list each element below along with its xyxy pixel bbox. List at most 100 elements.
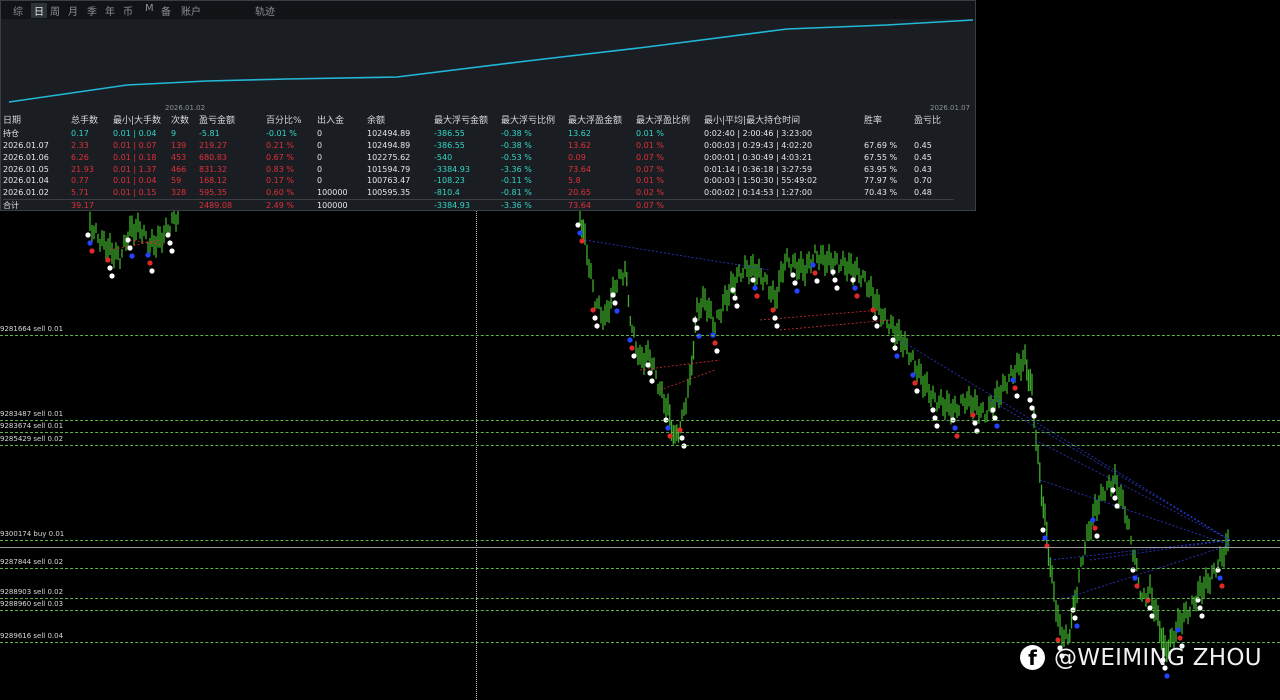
trade-marker (649, 378, 655, 384)
trade-link (1039, 479, 1231, 546)
order-line-label: 9285429 sell 0.02 (0, 435, 64, 443)
trade-link (779, 319, 891, 331)
trade-marker (972, 420, 978, 426)
stats-cell: 13.62 (568, 128, 591, 138)
equity-curve (7, 19, 975, 109)
trade-marker (1112, 495, 1118, 501)
trade-marker (754, 293, 760, 299)
stats-cell: 0 (317, 152, 323, 162)
trade-marker (579, 238, 585, 244)
stats-cell: -108.23 (434, 176, 465, 186)
stats-cell: 67.55 % (864, 152, 898, 162)
tab-2[interactable]: 周 (50, 3, 60, 18)
stats-cell: 合计 (3, 199, 71, 213)
stats-cell: 831.32 (199, 164, 227, 174)
stats-cell: 2026.01.06 (3, 152, 49, 162)
tab-0[interactable]: 综 (13, 3, 23, 18)
stats-cell: 102275.62 (367, 152, 411, 162)
stats-cell: -810.4 (434, 188, 460, 198)
tab-3[interactable]: 月 (68, 3, 78, 18)
stats-cell: 次数 (171, 116, 190, 126)
tab-5[interactable]: 年 (105, 3, 115, 18)
stats-row: 持仓 0.17 0.01 | 0.04 9 -5.81 -0.01 % 0 102494.89… (3, 128, 954, 140)
stats-cell: 39.17 (71, 199, 113, 213)
trade-link (1034, 439, 1231, 541)
stats-cell: -0.01 % (266, 128, 297, 138)
order-line[interactable] (0, 610, 1280, 611)
trade-marker (1177, 635, 1183, 641)
stats-cell: 100000 (317, 188, 348, 198)
trade-marker (167, 240, 173, 246)
trade-marker (892, 345, 898, 351)
order-line[interactable] (0, 432, 1280, 433)
trade-marker (1040, 527, 1046, 533)
trade-marker (714, 348, 720, 354)
stats-cell: 0.17 % (266, 176, 294, 186)
stats-cell: 139 (171, 140, 187, 150)
trade-marker (667, 433, 673, 439)
tab-6[interactable]: 币 (123, 3, 133, 18)
order-line[interactable] (0, 547, 1280, 548)
stats-cell: 453 (171, 152, 187, 162)
stats-cell: 0.07 % (636, 164, 664, 174)
stats-cell: 77.97 % (864, 176, 898, 186)
tab-10[interactable]: 轨迹 (255, 3, 275, 18)
stats-cell: 最大浮亏金额 (434, 116, 489, 126)
stats-cell: -0.38 % (501, 140, 532, 150)
tab-4[interactable]: 季 (87, 3, 97, 18)
trade-marker (812, 270, 818, 276)
stats-cell: 2026.01.07 (3, 140, 49, 150)
stats-cell: -3384.93 (434, 199, 501, 213)
trade-marker (914, 388, 920, 394)
order-line-label: 9300174 buy 0.01 (0, 530, 65, 538)
stats-cell: 盈亏比 (914, 116, 942, 126)
trade-marker (645, 362, 651, 368)
trade-marker (1175, 627, 1181, 633)
trade-marker (592, 315, 598, 321)
trade-marker (590, 307, 596, 313)
stats-cell: 0:00:03 | 1:50:30 | 55:49:02 (704, 176, 818, 186)
stats-cell (171, 199, 199, 213)
order-line[interactable] (0, 335, 1280, 336)
stats-cell: 63.95 % (864, 164, 898, 174)
trade-marker (952, 425, 958, 431)
trade-marker (890, 337, 896, 343)
trade-marker (612, 300, 618, 306)
trade-marker (1094, 533, 1100, 539)
tab-9[interactable]: 账户 (181, 3, 201, 18)
stats-cell: 0:01:14 | 0:36:18 | 3:27:59 (704, 164, 813, 174)
trade-marker (792, 280, 798, 286)
tab-1[interactable]: 日 (31, 3, 47, 18)
trade-marker (814, 278, 820, 284)
trade-marker (594, 323, 600, 329)
tab-7[interactable]: M (145, 3, 154, 14)
order-line[interactable] (0, 540, 1280, 541)
order-line[interactable] (0, 445, 1280, 446)
trade-marker (1029, 405, 1035, 411)
stats-cell (864, 199, 914, 213)
trade-marker (145, 252, 151, 258)
order-line-label: 9288960 sell 0.03 (0, 600, 64, 608)
tab-8[interactable]: 备 (161, 3, 171, 18)
stats-cell: 日期 (3, 116, 22, 126)
stats-cell: 168.12 (199, 176, 227, 186)
stats-cell: 680.83 (199, 152, 227, 162)
order-line[interactable] (0, 568, 1280, 569)
stats-cell: 最大浮盈金额 (568, 116, 623, 126)
stats-cell: 0.09 (568, 152, 586, 162)
stats-cell: 100000 (317, 199, 367, 213)
trade-marker (994, 423, 1000, 429)
stats-cell: 出入金 (317, 116, 345, 126)
stats-cell: 0.01 % (636, 128, 664, 138)
order-line[interactable] (0, 420, 1280, 421)
trade-marker (852, 285, 858, 291)
facebook-icon: f (1020, 645, 1045, 670)
stats-cell: 0 (317, 164, 323, 174)
stats-cell: 2026.01.04 (3, 176, 49, 186)
stats-cell: 0.45 (914, 140, 932, 150)
stats-cell: 5.8 (568, 176, 581, 186)
stats-cell: 0 (317, 128, 323, 138)
order-line[interactable] (0, 598, 1280, 599)
trade-marker (1134, 583, 1140, 589)
stats-panel: 综日周月季年币 M 备账户 轨迹 2026.01.02 2026.01.07 日期 总手… (0, 0, 976, 213)
